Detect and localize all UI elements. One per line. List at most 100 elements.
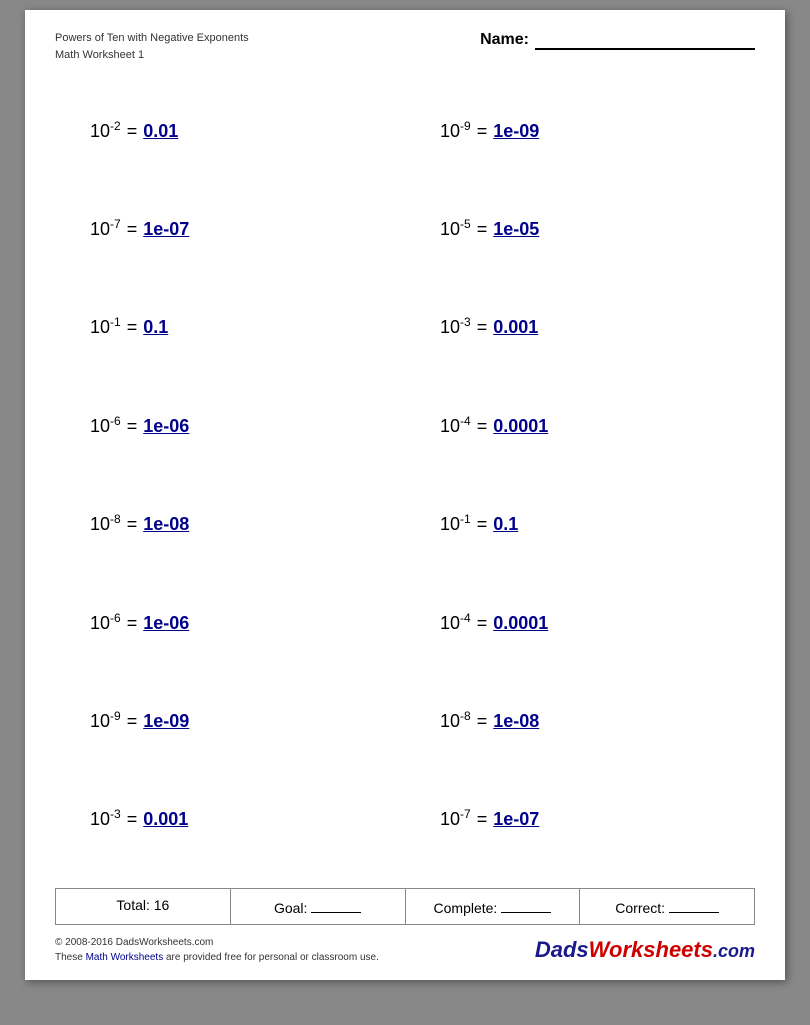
problem-row: 10-7 = 1e-07 10-5 = 1e-05 — [55, 211, 755, 246]
base: 10-6 — [90, 611, 121, 634]
answer: 0.0001 — [493, 613, 553, 634]
answer: 1e-05 — [493, 219, 553, 240]
answer: 1e-09 — [493, 121, 553, 142]
base: 10-2 — [90, 119, 121, 142]
answer: 1e-06 — [143, 613, 203, 634]
exponent: -6 — [110, 611, 121, 625]
worksheet-page: Powers of Ten with Negative Exponents Ma… — [25, 10, 785, 980]
complete-label: Complete: — [434, 900, 498, 916]
header-right: Name: — [480, 30, 755, 50]
copyright-line1: © 2008-2016 DadsWorksheets.com — [55, 935, 379, 950]
exponent: -4 — [460, 414, 471, 428]
answer: 1e-07 — [493, 809, 553, 830]
goal-cell: Goal: — [231, 889, 406, 924]
problem-5-1: 10-4 = 0.0001 — [440, 611, 720, 634]
logo-worksheets: Worksheets — [589, 937, 713, 962]
equals: = — [477, 121, 488, 142]
header-left: Powers of Ten with Negative Exponents Ma… — [55, 30, 249, 63]
copyright-pre: These — [55, 952, 86, 963]
exponent: -7 — [460, 807, 471, 821]
exponent: -8 — [110, 512, 121, 526]
exponent: -1 — [110, 315, 121, 329]
problem-row: 10-6 = 1e-06 10-4 = 0.0001 — [55, 605, 755, 640]
problem-0-1: 10-9 = 1e-09 — [440, 119, 720, 142]
exponent: -1 — [460, 512, 471, 526]
problem-0-0: 10-2 = 0.01 — [90, 119, 370, 142]
answer: 0.001 — [143, 809, 203, 830]
problem-3-0: 10-6 = 1e-06 — [90, 414, 370, 437]
exponent: -7 — [110, 217, 121, 231]
base: 10-7 — [440, 807, 471, 830]
equals: = — [477, 711, 488, 732]
equals: = — [477, 317, 488, 338]
exponent: -3 — [110, 807, 121, 821]
exponent: -5 — [460, 217, 471, 231]
problem-row: 10-8 = 1e-08 10-1 = 0.1 — [55, 506, 755, 541]
exponent: -9 — [110, 709, 121, 723]
exponent: -2 — [110, 119, 121, 133]
answer: 0.1 — [143, 317, 203, 338]
logo-com: .com — [713, 941, 755, 961]
goal-label: Goal: — [274, 900, 307, 916]
problem-2-1: 10-3 = 0.001 — [440, 315, 720, 338]
problem-2-0: 10-1 = 0.1 — [90, 315, 370, 338]
problem-row: 10-3 = 0.001 10-7 = 1e-07 — [55, 801, 755, 836]
copyright-line2: These Math Worksheets are provided free … — [55, 950, 379, 965]
base: 10-1 — [440, 512, 471, 535]
equals: = — [477, 219, 488, 240]
problem-row: 10-1 = 0.1 10-3 = 0.001 — [55, 309, 755, 344]
copyright-post: are provided free for personal or classr… — [163, 952, 379, 963]
problem-1-1: 10-5 = 1e-05 — [440, 217, 720, 240]
equals: = — [127, 711, 138, 732]
base: 10-3 — [90, 807, 121, 830]
equals: = — [127, 219, 138, 240]
base: 10-9 — [440, 119, 471, 142]
copyright-area: © 2008-2016 DadsWorksheets.com These Mat… — [55, 935, 755, 965]
answer: 1e-09 — [143, 711, 203, 732]
goal-line[interactable] — [311, 897, 361, 913]
exponent: -3 — [460, 315, 471, 329]
base: 10-6 — [90, 414, 121, 437]
total-cell: Total: 16 — [56, 889, 231, 924]
base: 10-9 — [90, 709, 121, 732]
total-label: Total: 16 — [116, 897, 169, 913]
exponent: -6 — [110, 414, 121, 428]
name-label: Name: — [480, 31, 529, 49]
base: 10-8 — [440, 709, 471, 732]
footer-bar: Total: 16 Goal: Complete: Correct: — [55, 888, 755, 925]
problem-7-1: 10-7 = 1e-07 — [440, 807, 720, 830]
page-title: Math Worksheet 1 — [55, 47, 249, 64]
answer: 0.001 — [493, 317, 553, 338]
equals: = — [127, 613, 138, 634]
problem-6-0: 10-9 = 1e-09 — [90, 709, 370, 732]
problem-5-0: 10-6 = 1e-06 — [90, 611, 370, 634]
exponent: -9 — [460, 119, 471, 133]
problem-1-0: 10-7 = 1e-07 — [90, 217, 370, 240]
equals: = — [477, 613, 488, 634]
problem-row: 10-9 = 1e-09 10-8 = 1e-08 — [55, 703, 755, 738]
answer: 1e-07 — [143, 219, 203, 240]
problem-3-1: 10-4 = 0.0001 — [440, 414, 720, 437]
equals: = — [477, 514, 488, 535]
answer: 1e-06 — [143, 416, 203, 437]
exponent: -4 — [460, 611, 471, 625]
base: 10-7 — [90, 217, 121, 240]
equals: = — [127, 317, 138, 338]
problem-7-0: 10-3 = 0.001 — [90, 807, 370, 830]
equals: = — [127, 121, 138, 142]
equals: = — [477, 809, 488, 830]
math-worksheets-link[interactable]: Math Worksheets — [86, 952, 164, 963]
complete-line[interactable] — [501, 897, 551, 913]
logo: DadsWorksheets.com — [535, 937, 755, 963]
problem-4-1: 10-1 = 0.1 — [440, 512, 720, 535]
base: 10-3 — [440, 315, 471, 338]
problem-row: 10-6 = 1e-06 10-4 = 0.0001 — [55, 408, 755, 443]
base: 10-1 — [90, 315, 121, 338]
equals: = — [127, 809, 138, 830]
correct-line[interactable] — [669, 897, 719, 913]
name-line[interactable] — [535, 30, 755, 50]
answer: 0.1 — [493, 514, 553, 535]
correct-label: Correct: — [615, 900, 665, 916]
equals: = — [127, 416, 138, 437]
equals: = — [477, 416, 488, 437]
